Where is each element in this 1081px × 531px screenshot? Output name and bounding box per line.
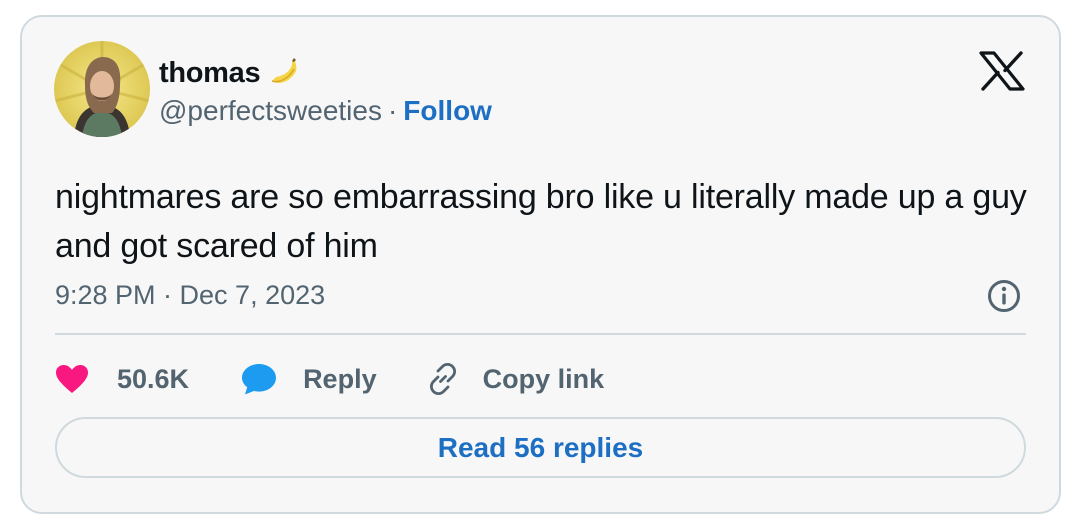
- speech-bubble-icon: [242, 364, 277, 395]
- tweet-embed-card: thomas @perfectsweeties · Follow nightmare…: [20, 15, 1061, 514]
- tweet-actions: 50.6K Reply Copy link: [55, 357, 604, 401]
- copy-link-label: Copy link: [482, 363, 605, 394]
- reply-label: Reply: [303, 363, 377, 394]
- avatar[interactable]: [54, 41, 150, 137]
- like-button[interactable]: 50.6K: [55, 364, 189, 395]
- author-handle[interactable]: @perfectsweeties: [159, 95, 382, 126]
- heart-icon: [56, 365, 88, 393]
- banana-icon: [268, 55, 300, 92]
- author-handle-row: @perfectsweeties · Follow: [159, 95, 492, 127]
- copy-link-button[interactable]: Copy link: [425, 361, 605, 397]
- follow-link[interactable]: Follow: [403, 95, 492, 126]
- author-name[interactable]: thomas: [159, 57, 261, 90]
- author-name-row: thomas: [159, 55, 300, 92]
- separator: ·: [387, 95, 398, 126]
- read-replies-button[interactable]: Read 56 replies: [55, 417, 1026, 478]
- tweet-text: nightmares are so embarrassing bro like …: [55, 178, 1027, 265]
- like-count: 50.6K: [117, 363, 190, 394]
- x-logo-icon[interactable]: [979, 51, 1025, 91]
- reply-button[interactable]: Reply: [241, 363, 377, 395]
- link-icon: [429, 363, 456, 395]
- info-icon[interactable]: [987, 279, 1021, 313]
- divider: [55, 333, 1026, 335]
- tweet-timestamp[interactable]: 9:28 PM · Dec 7, 2023: [55, 280, 325, 311]
